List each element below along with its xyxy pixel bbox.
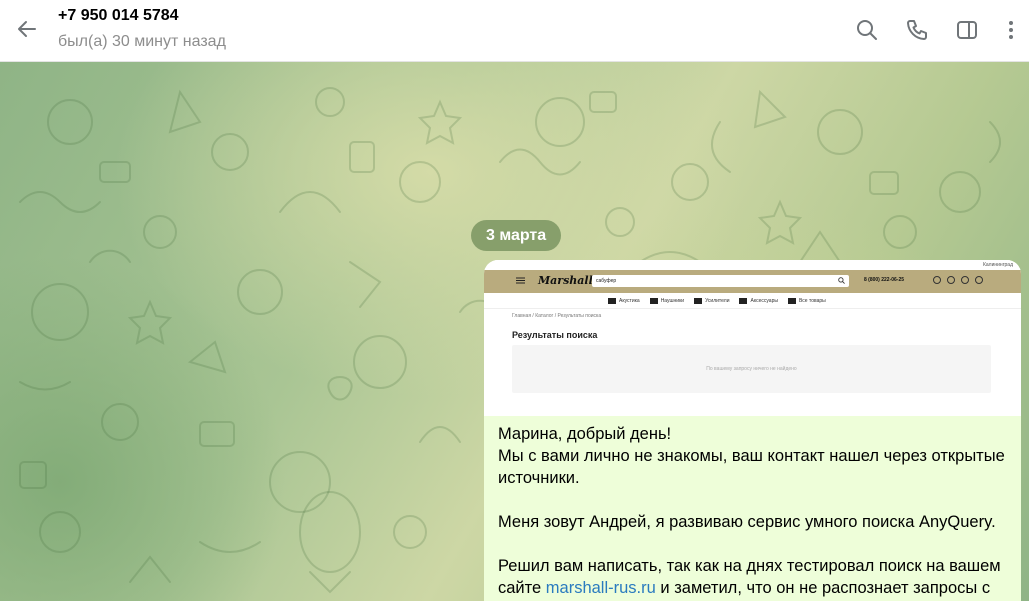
preview-navbar: Marshall сабуфер 8 (800) 222-06-25 bbox=[484, 270, 1021, 293]
chat-background: 3 марта Калининград Marshall сабуфер 8 (… bbox=[0, 62, 1029, 601]
message-line: Мы с вами лично не знакомы, ваш контакт … bbox=[498, 447, 1005, 487]
back-arrow-icon bbox=[18, 21, 36, 37]
back-button[interactable] bbox=[10, 12, 44, 46]
call-button[interactable] bbox=[901, 14, 933, 46]
user-icon bbox=[961, 276, 969, 284]
message-line: Меня зовут Андрей, я развиваю сервис умн… bbox=[498, 513, 996, 531]
preview-category: Наушники bbox=[649, 297, 684, 304]
cart-icon bbox=[975, 276, 983, 284]
peer-status: был(а) 30 минут назад bbox=[58, 33, 226, 50]
preview-category: Аксессуары bbox=[739, 297, 778, 304]
preview-logo: Marshall bbox=[538, 274, 593, 287]
message-text: Марина, добрый день! Мы с вами лично не … bbox=[498, 423, 1010, 599]
preview-heading: Результаты поиска bbox=[512, 330, 598, 340]
compare-icon bbox=[933, 276, 941, 284]
preview-topbar: Калининград bbox=[484, 260, 1021, 270]
preview-category: Все товары bbox=[787, 297, 826, 304]
accessories-icon bbox=[739, 297, 748, 304]
preview-categories: Акустика Наушники Усилители Аксессуары В… bbox=[484, 293, 1021, 309]
message-line: Решил вам написать, так как на днях тест… bbox=[498, 557, 1001, 597]
search-icon bbox=[838, 277, 845, 284]
preview-phone: 8 (800) 222-06-25 bbox=[864, 277, 905, 283]
message-line: Марина, добрый день! bbox=[498, 425, 672, 443]
more-vertical-icon bbox=[1009, 21, 1013, 39]
amplifier-icon bbox=[694, 297, 703, 304]
preview-search-value: сабуфер bbox=[596, 278, 617, 284]
date-separator: 3 марта bbox=[471, 220, 562, 251]
speaker-icon bbox=[608, 297, 616, 304]
search-icon bbox=[857, 20, 877, 40]
preview-category: Усилители bbox=[694, 297, 729, 304]
search-button[interactable] bbox=[851, 14, 883, 46]
sidebar-toggle-icon bbox=[957, 21, 977, 39]
message-bubble[interactable]: Калининград Marshall сабуфер 8 (800) 222… bbox=[484, 260, 1021, 601]
preview-search-field: сабуфер bbox=[592, 275, 849, 287]
link-preview-image[interactable]: Калининград Marshall сабуфер 8 (800) 222… bbox=[484, 260, 1021, 416]
menu-icon bbox=[516, 277, 525, 284]
preview-city: Калининград bbox=[982, 262, 1013, 268]
peer-title[interactable]: +7 950 014 5784 bbox=[58, 7, 179, 25]
chat-header: +7 950 014 5784 был(а) 30 минут назад bbox=[0, 0, 1029, 62]
headphones-icon bbox=[649, 297, 658, 304]
preview-breadcrumb: Главная / Каталог / Результаты поиска bbox=[512, 313, 602, 319]
heart-icon bbox=[947, 276, 955, 284]
sidebar-toggle-button[interactable] bbox=[951, 14, 983, 46]
more-button[interactable] bbox=[995, 14, 1027, 46]
preview-category: Акустика bbox=[608, 297, 640, 304]
preview-nav-icons bbox=[933, 276, 983, 284]
preview-empty-results: По вашему запросу ничего не найдено bbox=[512, 345, 991, 393]
phone-icon bbox=[907, 20, 927, 40]
message-link[interactable]: marshall-rus.ru bbox=[546, 579, 656, 597]
m-logo-icon bbox=[787, 297, 796, 304]
